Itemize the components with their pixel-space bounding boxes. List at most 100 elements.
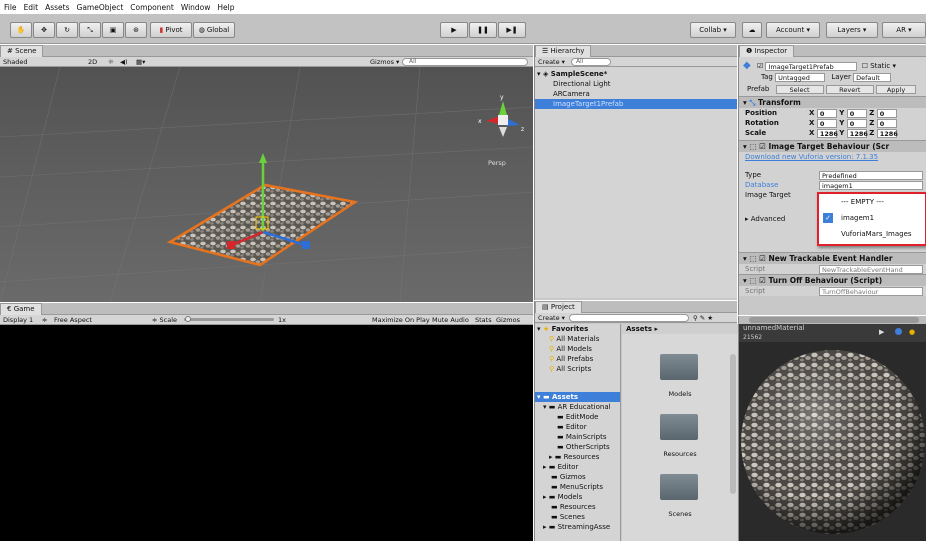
filter-icon[interactable]: ⚲ ✎ ★ — [693, 314, 713, 322]
hierarchy-item-arcamera[interactable]: ARCamera — [535, 89, 737, 99]
collab-button[interactable]: Collab ▾ — [690, 22, 736, 38]
scale-slider[interactable] — [184, 318, 274, 321]
light-icon[interactable]: ☼ — [108, 58, 114, 66]
cloud-icon[interactable]: ☁ — [742, 22, 762, 38]
rotate-tool-icon[interactable]: ↻ — [56, 22, 78, 38]
static-checkbox[interactable]: ☐ Static ▾ — [862, 62, 896, 70]
pivot-toggle[interactable]: ▮ Pivot — [150, 22, 192, 38]
menu-window[interactable]: Window — [181, 3, 211, 12]
dropdown-option-imagem1[interactable]: ✓ imagem1 — [819, 210, 925, 226]
prefab-revert-button[interactable]: Revert — [825, 84, 874, 94]
pause-button[interactable]: ❚❚ — [469, 22, 497, 38]
mute-audio-toggle[interactable]: Mute Audio — [432, 316, 469, 324]
dropdown-option-empty[interactable]: --- EMPTY --- — [819, 194, 925, 210]
tab-scene[interactable]: # Scene — [0, 44, 44, 57]
project-search-input[interactable] — [568, 313, 689, 322]
tag-dropdown[interactable]: Untagged — [775, 72, 826, 82]
folder-scenes[interactable]: Scenes — [660, 474, 700, 518]
layers-dropdown[interactable]: Layers ▾ — [826, 22, 878, 38]
tree-item[interactable]: ▬ MenuScripts — [535, 482, 620, 492]
tree-item[interactable]: ▬ Scenes — [535, 512, 620, 522]
trackable-handler-header[interactable]: ▾ ⬚ ☑ New Trackable Event Handler — [739, 252, 926, 264]
folder-models[interactable]: Models — [660, 354, 700, 398]
image-target-behaviour-header[interactable]: ▾ ⬚ ☑ Image Target Behaviour (Scr — [739, 140, 926, 152]
position-x[interactable]: 0 — [816, 108, 837, 118]
turnoff-script-field[interactable]: TurnOffBehaviour — [819, 286, 923, 296]
hand-tool-icon[interactable]: ✋ — [10, 22, 32, 38]
scale-tool-icon[interactable]: ⤡ — [79, 22, 101, 38]
trackable-script-field[interactable]: NewTrackableEventHand — [819, 264, 923, 274]
hierarchy-item-imagetarget[interactable]: ImageTarget1Prefab — [535, 99, 737, 109]
menu-component[interactable]: Component — [130, 3, 174, 12]
aspect-dropdown[interactable]: Free Aspect — [54, 316, 92, 324]
preview-light-icon[interactable]: ● — [909, 328, 915, 337]
rotation-y[interactable]: 0 — [846, 118, 867, 128]
toggle-2d[interactable]: 2D — [88, 58, 97, 66]
tab-project[interactable]: ▤ Project — [535, 300, 582, 313]
game-gizmos-dropdown[interactable]: Gizmos — [496, 316, 520, 324]
database-dropdown[interactable]: imagem1 — [819, 180, 923, 190]
move-tool-icon[interactable]: ✥ — [33, 22, 55, 38]
menu-gameobject[interactable]: GameObject — [77, 3, 124, 12]
preview-scrollbar[interactable] — [739, 316, 926, 324]
turnoff-behaviour-header[interactable]: ▾ ⬚ ☑ Turn Off Behaviour (Script) — [739, 274, 926, 286]
scale-slider-thumb[interactable] — [185, 316, 191, 322]
orientation-gizmo-icon[interactable]: y x z — [478, 89, 528, 147]
step-button[interactable]: ▶❚ — [498, 22, 526, 38]
preview-play-icon[interactable]: ▶ — [879, 328, 884, 337]
tree-item[interactable]: ▸ ▬ StreamingAsse — [535, 522, 620, 532]
object-name-input[interactable]: ImageTarget1Prefab — [765, 61, 858, 71]
audio-icon[interactable]: ◀) — [120, 58, 128, 66]
dropdown-option-vuforiamars[interactable]: VuforiaMars_Images — [819, 226, 925, 242]
folder-resources[interactable]: Resources — [660, 414, 700, 458]
fav-all-materials[interactable]: ⚲ All Materials — [535, 334, 620, 344]
layout-dropdown[interactable]: AR ▾ — [882, 22, 926, 38]
tree-item[interactable]: ▸ ▬ Models — [535, 492, 620, 502]
transform-header[interactable]: ▾ ⤡ Transform — [739, 96, 926, 108]
maximize-on-play-toggle[interactable]: Maximize On Play — [372, 316, 430, 324]
position-y[interactable]: 0 — [846, 108, 867, 118]
menu-edit[interactable]: Edit — [24, 3, 39, 12]
prefab-apply-button[interactable]: Apply — [876, 84, 917, 94]
gizmos-dropdown[interactable]: Gizmos ▾ — [370, 58, 399, 66]
scale-y[interactable]: 1286 — [846, 128, 868, 138]
type-dropdown[interactable]: Predefined — [819, 170, 923, 180]
position-z[interactable]: 0 — [876, 108, 897, 118]
tree-item[interactable]: ▸ ▬ Editor — [535, 462, 620, 472]
project-scrollbar[interactable] — [730, 354, 736, 494]
tree-item[interactable]: ▬ EditMode — [535, 412, 620, 422]
assets-root-item[interactable]: ▾ ▬ Assets — [535, 392, 620, 402]
tab-hierarchy[interactable]: ☰ Hierarchy — [535, 44, 592, 57]
rect-tool-icon[interactable]: ▣ — [102, 22, 124, 38]
tree-item[interactable]: ▬ Resources — [535, 502, 620, 512]
layer-dropdown[interactable]: Default — [853, 72, 892, 82]
tree-item[interactable]: ▬ Editor — [535, 422, 620, 432]
assets-breadcrumb[interactable]: Assets ▸ — [622, 324, 738, 334]
global-toggle[interactable]: ◍ Global — [193, 22, 235, 38]
download-vuforia-link[interactable]: Download new Vuforia version: 7.1.35 — [739, 152, 926, 162]
tree-item[interactable]: ▬ MainScripts — [535, 432, 620, 442]
prefab-select-button[interactable]: Select — [775, 84, 824, 94]
scene-root-item[interactable]: ▾ ◈ SampleScene* — [535, 69, 737, 79]
active-checkbox[interactable]: ☑ — [757, 62, 763, 70]
menu-file[interactable]: File — [4, 3, 17, 12]
fav-all-scripts[interactable]: ⚲ All Scripts — [535, 364, 620, 374]
play-button[interactable]: ▶ — [440, 22, 468, 38]
tab-inspector[interactable]: ❶ Inspector — [739, 45, 795, 57]
tab-game[interactable]: € Game — [0, 302, 42, 315]
tree-item[interactable]: ▸ ▬ Resources — [535, 452, 620, 462]
scene-search-input[interactable]: All — [402, 58, 528, 66]
favorites-header[interactable]: ▾ ★ Favorites — [535, 324, 620, 334]
menu-help[interactable]: Help — [217, 3, 234, 12]
tree-item[interactable]: ▬ Gizmos — [535, 472, 620, 482]
display-dropdown[interactable]: Display 1 — [3, 316, 33, 324]
rotation-z[interactable]: 0 — [876, 118, 897, 128]
scale-x[interactable]: 1286 — [816, 128, 838, 138]
tree-item[interactable]: ▬ OtherScripts — [535, 442, 620, 452]
project-create-dropdown[interactable]: Create ▾ — [538, 314, 565, 322]
effects-icon[interactable]: ▦▾ — [136, 58, 145, 66]
transform-tool-icon[interactable]: ⊛ — [125, 22, 147, 38]
menu-assets[interactable]: Assets — [45, 3, 69, 12]
shading-dropdown[interactable]: Shaded — [3, 58, 27, 66]
fav-all-models[interactable]: ⚲ All Models — [535, 344, 620, 354]
